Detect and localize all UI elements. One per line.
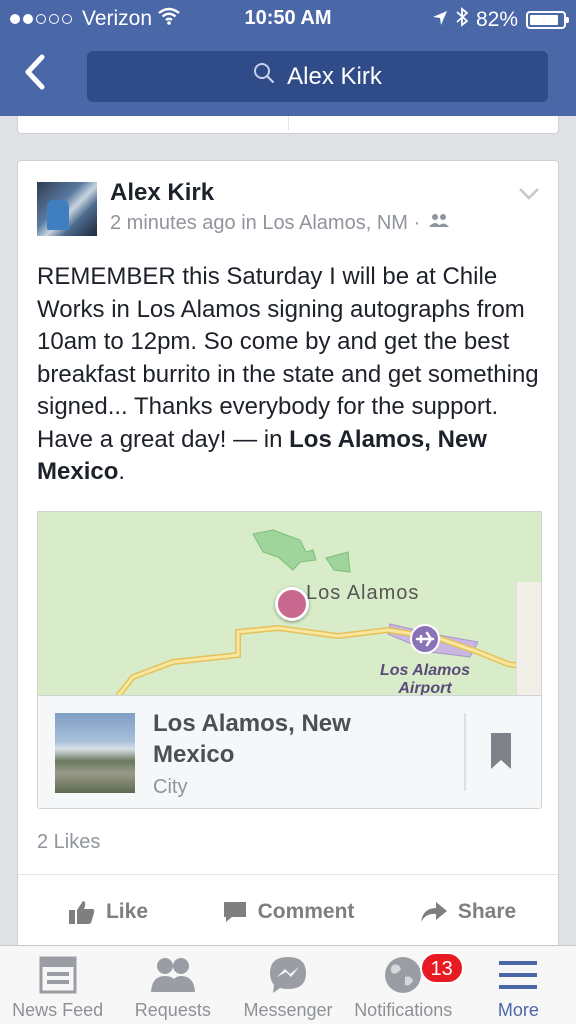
bottom-tab-bar: News Feed Requests Messenger 13 Notifica (0, 945, 576, 1024)
chevron-left-icon (25, 54, 45, 90)
friends-audience-icon (428, 212, 450, 235)
tab-messenger[interactable]: Messenger (230, 946, 345, 1024)
like-button[interactable]: Like (18, 875, 198, 949)
share-arrow-icon (420, 902, 447, 922)
tab-requests[interactable]: Requests (115, 946, 230, 1024)
tab-news-feed[interactable]: News Feed (0, 946, 115, 1024)
thumbs-up-icon (68, 901, 95, 924)
post-text: REMEMBER this Saturday I will be at Chil… (37, 263, 539, 485)
post-actions: Like Comment Share (18, 875, 558, 949)
author-avatar[interactable] (37, 182, 97, 236)
bluetooth-icon (456, 7, 469, 33)
tab-more[interactable]: More (461, 946, 576, 1024)
messenger-icon (268, 956, 308, 994)
save-place-button[interactable] (490, 732, 512, 775)
post-body: REMEMBER this Saturday I will be at Chil… (37, 263, 539, 453)
place-title: Los Alamos, New Mexico (153, 710, 351, 768)
top-bar: Verizon 10:50 AM 82% Alex Kirk (0, 0, 576, 116)
place-category: City (153, 776, 188, 798)
map-pin-icon (275, 587, 309, 621)
globe-icon (383, 956, 423, 994)
likes-count[interactable]: 2 Likes (37, 831, 100, 854)
notifications-badge: 13 (419, 952, 464, 984)
post-timestamp-location[interactable]: 2 minutes ago in Los Alamos, NM · (110, 212, 420, 235)
place-attachment[interactable]: Los Alamos, New Mexico City (37, 695, 542, 809)
search-icon (253, 62, 275, 91)
post-options-button[interactable] (518, 187, 540, 206)
battery-percent: 82% (475, 8, 518, 31)
status-bar: Verizon 10:50 AM 82% (0, 0, 576, 38)
friend-requests-icon (148, 956, 198, 994)
menu-icon (498, 956, 538, 994)
status-right: 82% (432, 7, 569, 33)
bookmark-icon (491, 733, 511, 769)
news-feed-icon (39, 956, 77, 994)
map-airport-label: Los Alamos Airport (379, 662, 471, 695)
location-arrow-icon (432, 8, 448, 32)
search-query: Alex Kirk (287, 62, 382, 90)
post-card: Alex Kirk 2 minutes ago in Los Alamos, N… (17, 160, 559, 950)
search-bar[interactable]: Alex Kirk (87, 51, 548, 102)
post-meta: 2 minutes ago in Los Alamos, NM · (110, 212, 450, 235)
previous-card-edge (17, 116, 559, 134)
map-town-label: Los Alamos (306, 582, 420, 604)
share-button[interactable]: Share (378, 875, 558, 949)
comment-icon (223, 902, 246, 922)
comment-button[interactable]: Comment (198, 875, 378, 949)
place-thumbnail (55, 713, 135, 793)
chevron-down-icon (519, 188, 539, 200)
battery-icon (526, 11, 569, 29)
back-button[interactable] (22, 52, 62, 98)
author-name[interactable]: Alex Kirk (110, 179, 214, 207)
tab-notifications[interactable]: 13 Notifications (346, 946, 464, 1024)
location-map[interactable]: Los Alamos Los Alamos Airport (37, 511, 542, 695)
